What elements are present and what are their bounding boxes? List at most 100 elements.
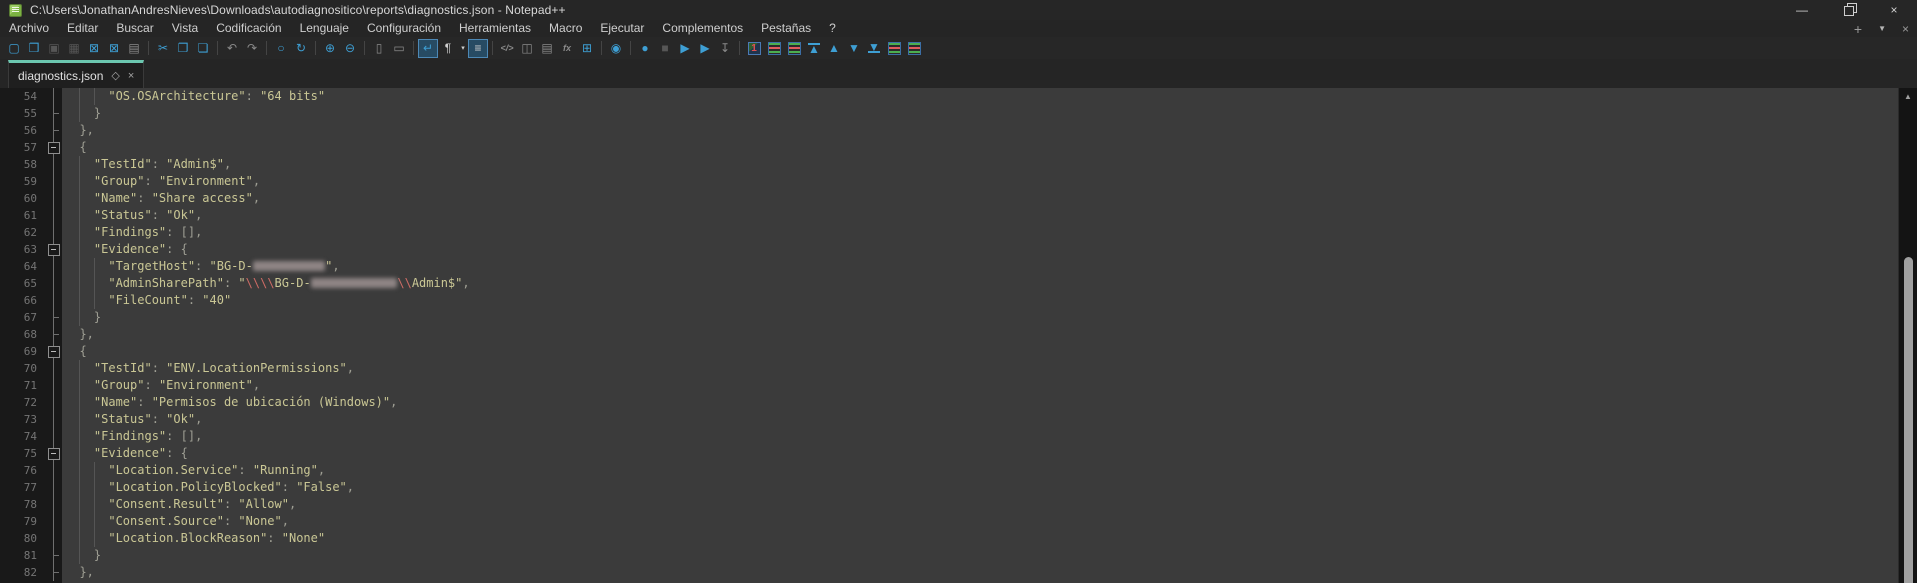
fold-margin [44,258,62,275]
code-text: }, [62,326,1898,343]
menu-item-pesta-as[interactable]: Pestañas [752,20,820,37]
menu-items: ArchivoEditarBuscarVistaCodificaciónLeng… [0,20,845,37]
menu-item-codificaci-n[interactable]: Codificación [207,20,290,37]
menu-item-ejecutar[interactable]: Ejecutar [591,20,653,37]
toolbar-plugin-json-viewer-button[interactable]: 1 [745,40,763,57]
toolbar-redo-button[interactable]: ↷ [243,40,261,57]
new-tab-button[interactable]: + [1846,21,1870,37]
code-text: "OS.OSArchitecture": "64 bits" [62,88,1898,105]
toolbar-copy-button[interactable]: ❐ [174,40,192,57]
toolbar-plugin-compare-button[interactable] [785,40,803,57]
toolbar-folder-as-workspace-button[interactable]: ⊞ [578,40,596,57]
toolbar-show-all-characters-button[interactable]: ¶ [439,40,457,57]
code-line: 61 "Status": "Ok", [0,207,1898,224]
code-line: 58 "TestId": "Admin$", [0,156,1898,173]
vertical-scrollbar[interactable]: ▲ [1898,88,1917,583]
plugin-json-viewer-icon: 1 [748,42,761,55]
toolbar-word-wrap-button[interactable]: ↵ [419,40,437,57]
fold-collapse-marker[interactable] [44,343,62,360]
toolbar-find-button[interactable]: ○ [272,40,290,57]
fold-margin [44,105,62,122]
menu-item-herramientas[interactable]: Herramientas [450,20,540,37]
toolbar-separator [630,41,631,55]
minimize-button[interactable]: — [1779,0,1825,20]
plugin-compare-nav-bar-icon [908,42,921,55]
menu-item-lenguaje[interactable]: Lenguaje [291,20,358,37]
toolbar-cut-button[interactable]: ✂ [154,40,172,57]
toolbar-compare-nav-prev-button[interactable]: ▲ [825,40,843,57]
fold-collapse-marker[interactable] [44,139,62,156]
close-button[interactable]: × [1871,0,1917,20]
toolbar-compare-nav-next-button[interactable]: ▼ [845,40,863,57]
scrollbar-up-arrow[interactable]: ▲ [1899,88,1917,104]
toolbar-sync-vertical-scrolling-button[interactable]: ▯ [370,40,388,57]
menu-item-configuraci-n[interactable]: Configuración [358,20,450,37]
toolbar-play-macro-button[interactable]: ▶ [676,40,694,57]
menu-item-editar[interactable]: Editar [58,20,107,37]
toolbar-compare-nav-first-button[interactable]: ▲ [805,40,823,57]
fold-margin [44,309,62,326]
fold-margin [44,513,62,530]
toolbar-undo-button[interactable]: ↶ [223,40,241,57]
menu-item-item[interactable]: ? [820,20,845,37]
copy-icon: ❐ [178,41,189,55]
restore-button[interactable] [1825,0,1871,20]
code-line: 57 { [0,139,1898,156]
toolbar-new-file-button[interactable]: ▢ [5,40,23,57]
fold-margin [44,530,62,547]
fold-collapse-marker[interactable] [44,445,62,462]
pin-tab-icon[interactable]: ◇ [111,69,119,82]
toolbar-fx-list-button[interactable]: fx [558,40,576,57]
toolbar-compare-nav-last-button[interactable]: ▼ [865,40,883,57]
toolbar-save-macro-button[interactable]: ↧ [716,40,734,57]
toolbar-close-file-button[interactable]: ⊠ [85,40,103,57]
toolbar-paste-button[interactable]: ❏ [194,40,212,57]
toolbar-close-all-files-button[interactable]: ⊠ [105,40,123,57]
toolbar-plugin-compare-nav-bar-button[interactable] [905,40,923,57]
code-line: 76 "Location.Service": "Running", [0,462,1898,479]
toolbar-zoom-in-button[interactable]: ⊕ [321,40,339,57]
code-text: "Evidence": { [62,241,1898,258]
code-text: }, [62,122,1898,139]
menu-item-vista[interactable]: Vista [163,20,207,37]
toolbar-stop-macro-button[interactable]: ■ [656,40,674,57]
fold-collapse-marker[interactable] [44,241,62,258]
menu-item-macro[interactable]: Macro [540,20,591,37]
toolbar-indent-guide-button[interactable]: ≡ [469,40,487,57]
close-tab-icon[interactable]: × [128,70,134,82]
toolbar-sync-horizontal-scrolling-button[interactable]: ▭ [390,40,408,57]
tab-list-dropdown-button[interactable]: ▼ [1870,24,1894,33]
indent-guide-icon: ≡ [474,41,481,55]
close-tab-button[interactable]: × [1894,22,1917,36]
toolbar-file-monitoring-button[interactable]: ◉ [607,40,625,57]
notepad-plus-plus-icon [9,4,22,17]
toolbar-record-macro-button[interactable]: ● [636,40,654,57]
code-line: 63 "Evidence": { [0,241,1898,258]
line-number: 63 [0,241,44,258]
menu-item-complementos[interactable]: Complementos [653,20,752,37]
menu-item-buscar[interactable]: Buscar [107,20,162,37]
toolbar-document-map-button[interactable]: ◫ [518,40,536,57]
tab-diagnostics-json[interactable]: diagnostics.json ◇ × [8,60,144,88]
fx-list-icon: fx [563,43,571,53]
toolbar-open-file-button[interactable]: ❒ [25,40,43,57]
toolbar-replace-button[interactable]: ↻ [292,40,310,57]
toolbar-plugin-compare-set-first-button[interactable] [765,40,783,57]
close-file-icon: ⊠ [89,41,99,55]
toolbar-plugin-compare-options-button[interactable] [885,40,903,57]
replace-icon: ↻ [296,41,306,55]
toolbar-user-defined-language-button[interactable]: </> [498,40,516,57]
toolbar-run-macro-multiple-times-button[interactable]: ▶ [696,40,714,57]
toolbar-show-all-characters-dropdown-button[interactable]: ▾ [459,40,467,57]
menu-item-archivo[interactable]: Archivo [0,20,58,37]
toolbar-separator [739,41,740,55]
toolbar-function-list-button[interactable]: ▤ [538,40,556,57]
editor-area[interactable]: 54 "OS.OSArchitecture": "64 bits"55 }56 … [0,88,1917,583]
toolbar-save-button[interactable]: ▣ [45,40,63,57]
toolbar-save-all-button[interactable]: ▦ [65,40,83,57]
sync-horizontal-scrolling-icon: ▭ [393,41,404,55]
code-line: 70 "TestId": "ENV.LocationPermissions", [0,360,1898,377]
scrollbar-thumb[interactable] [1904,257,1913,583]
toolbar-print-button[interactable]: ▤ [125,40,143,57]
toolbar-zoom-out-button[interactable]: ⊖ [341,40,359,57]
